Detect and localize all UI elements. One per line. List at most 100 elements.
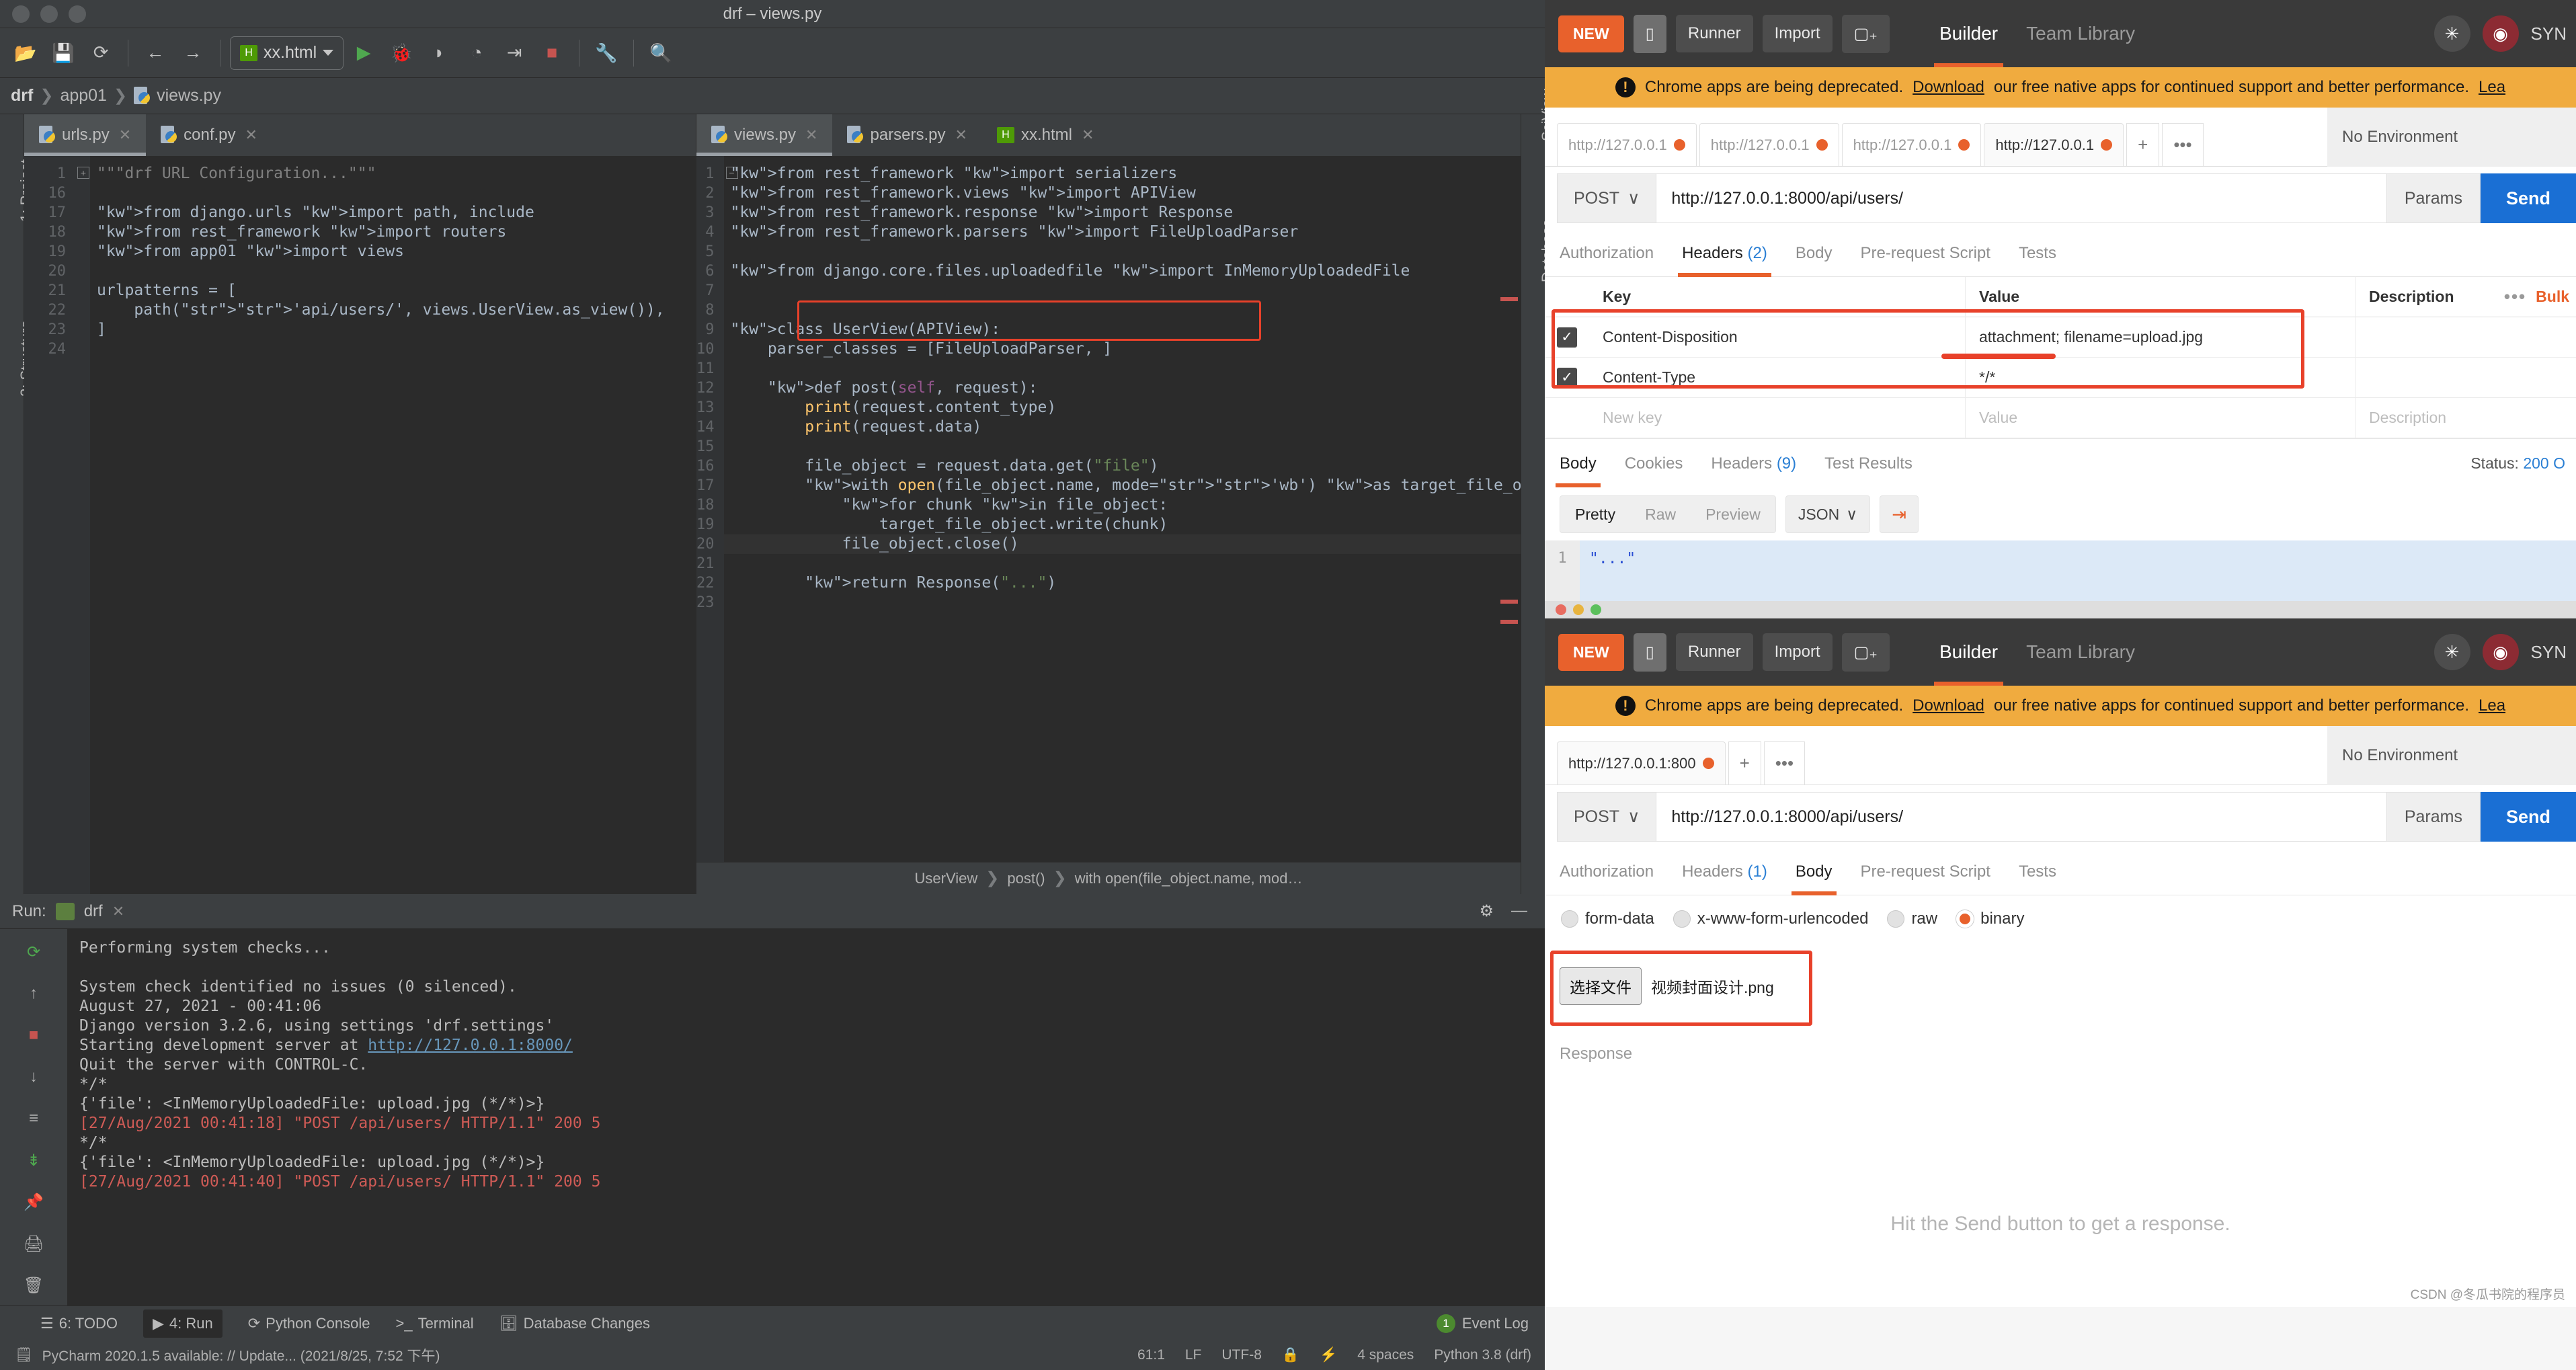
tab-team-library[interactable]: Team Library <box>2026 0 2135 67</box>
status-bar-field[interactable]: LF <box>1185 1347 1202 1363</box>
interceptor-icon[interactable]: ✳ <box>2434 634 2470 670</box>
sync-icon[interactable]: ⟳ <box>83 36 118 71</box>
table-more-options-icon[interactable]: ••• <box>2495 286 2536 307</box>
stop-icon[interactable]: ■ <box>534 36 569 71</box>
close-icon[interactable]: ✕ <box>1082 126 1094 144</box>
tab-team-library[interactable]: Team Library <box>2026 618 2135 686</box>
tool-window-terminal[interactable]: >_Terminal <box>395 1315 473 1332</box>
environment-selector-top[interactable]: No Environment <box>2327 108 2576 167</box>
method-selector-top[interactable]: POST ∨ <box>1557 173 1656 223</box>
status-bar-field[interactable]: 4 spaces <box>1357 1347 1414 1363</box>
send-button-top[interactable]: Send <box>2481 173 2576 223</box>
status-breadcrumb-method[interactable]: post() <box>1007 870 1045 887</box>
status-bar-message[interactable]: PyCharm 2020.1.5 available: // Update...… <box>42 1345 440 1365</box>
request-tab-active[interactable]: http://127.0.0.1:800 <box>1557 741 1726 784</box>
close-icon[interactable]: ✕ <box>119 126 131 144</box>
tab-headers[interactable]: Headers (2) <box>1682 230 1767 277</box>
send-button-bottom[interactable]: Send <box>2481 792 2576 842</box>
fold-expand-icon[interactable]: + <box>77 167 89 179</box>
forward-arrow-icon[interactable]: → <box>175 36 210 71</box>
save-icon[interactable]: 💾 <box>46 36 81 71</box>
tab-pre-request-script[interactable]: Pre-request Script <box>1861 848 1990 895</box>
editor-tab-xx-html[interactable]: H xx.html ✕ <box>982 114 1109 156</box>
scroll-to-end-icon[interactable]: ⇟ <box>20 1147 47 1174</box>
request-tab[interactable]: http://127.0.0.1 <box>1557 123 1697 166</box>
tool-window-run[interactable]: ▶4: Run <box>143 1309 223 1338</box>
tab-tests[interactable]: Tests <box>2019 848 2056 895</box>
import-button[interactable]: Import <box>1763 633 1833 671</box>
minimize-icon[interactable]: — <box>1511 901 1527 921</box>
radio-binary[interactable]: binary <box>1956 910 2024 928</box>
editor-tab-urls-py[interactable]: urls.py ✕ <box>24 114 146 156</box>
status-bar-icon[interactable]: 🔒 <box>1282 1347 1299 1363</box>
wrench-icon[interactable]: 🔧 <box>589 36 624 71</box>
request-tab[interactable]: http://127.0.0.1 <box>1842 123 1982 166</box>
url-input-top[interactable]: http://127.0.0.1:8000/api/users/ <box>1656 173 2386 223</box>
request-tabs-more-button[interactable]: ••• <box>1764 741 1805 784</box>
close-icon[interactable]: ✕ <box>955 126 967 144</box>
wrap-text-icon[interactable]: ≡ <box>20 1105 47 1132</box>
view-mode-raw[interactable]: Raw <box>1630 506 1691 524</box>
delete-icon[interactable]: 🗑 <box>20 1272 47 1299</box>
request-tab-active[interactable]: http://127.0.0.1 <box>1984 123 2124 166</box>
tool-window-database-changes[interactable]: 🗄Database Changes <box>499 1315 650 1332</box>
window-close-button[interactable] <box>1556 604 1566 615</box>
view-mode-preview[interactable]: Preview <box>1691 506 1775 524</box>
interceptor-icon[interactable]: ✳ <box>2434 15 2470 52</box>
table-row-new[interactable]: New key Value Description <box>1545 398 2576 438</box>
code-editor-right[interactable]: 1234567891011121314151617181920212223 − … <box>696 156 1521 862</box>
code-editor-left[interactable]: 1161718192021222324 + """drf URL Configu… <box>24 156 696 894</box>
editor-tab-parsers-py[interactable]: parsers.py ✕ <box>832 114 981 156</box>
print-icon[interactable]: 🖨 <box>20 1230 47 1257</box>
run-configuration-selector[interactable]: H xx.html <box>230 36 344 70</box>
back-arrow-icon[interactable]: ← <box>138 36 173 71</box>
import-button[interactable]: Import <box>1763 15 1833 52</box>
bulk-edit-link[interactable]: Bulk <box>2536 288 2576 306</box>
tab-response-headers[interactable]: Headers (9) <box>1711 440 1796 487</box>
tab-tests[interactable]: Tests <box>2019 230 2056 277</box>
runner-button[interactable]: Runner <box>1676 15 1753 52</box>
breadcrumb-item-file[interactable]: views.py <box>157 86 221 106</box>
tab-builder[interactable]: Builder <box>1939 0 1998 67</box>
url-input-bottom[interactable]: http://127.0.0.1:8000/api/users/ <box>1656 792 2386 842</box>
breadcrumb-item-project[interactable]: drf <box>11 86 33 106</box>
settings-gear-icon[interactable]: ⚙ <box>1479 901 1494 921</box>
tool-window-python-console[interactable]: ⟳Python Console <box>248 1315 370 1332</box>
new-description-input[interactable]: Description <box>2356 398 2576 438</box>
method-selector-bottom[interactable]: POST ∨ <box>1557 792 1656 842</box>
rerun-icon[interactable]: ⟳ <box>20 938 47 965</box>
stop-icon[interactable]: ■ <box>20 1022 47 1049</box>
params-button-top[interactable]: Params <box>2387 173 2481 223</box>
scroll-down-icon[interactable]: ↓ <box>20 1063 47 1090</box>
new-button[interactable]: NEW <box>1558 634 1624 671</box>
add-request-tab-button[interactable]: + <box>1728 741 1761 784</box>
tab-body[interactable]: Body <box>1796 848 1833 895</box>
banner-download-link[interactable]: Download <box>1913 696 1984 715</box>
runner-button[interactable]: Runner <box>1676 633 1753 671</box>
radio-raw[interactable]: raw <box>1887 910 1937 928</box>
run-config-name[interactable]: drf <box>84 902 103 921</box>
tab-authorization[interactable]: Authorization <box>1560 848 1654 895</box>
editor-tab-conf-py[interactable]: conf.py ✕ <box>146 114 272 156</box>
header-description[interactable] <box>2356 358 2576 398</box>
sidebar-toggle-button[interactable]: ▯ <box>1634 633 1666 672</box>
close-icon[interactable]: ✕ <box>805 126 817 144</box>
params-button-bottom[interactable]: Params <box>2387 792 2481 842</box>
new-value-input[interactable]: Value <box>1966 398 2356 438</box>
new-tab-button[interactable]: ▢₊ <box>1842 15 1890 53</box>
tab-headers[interactable]: Headers (1) <box>1682 848 1767 895</box>
sync-status-icon[interactable]: ◉ <box>2483 15 2519 52</box>
radio-x-www-form-urlencoded[interactable]: x-www-form-urlencoded <box>1673 910 1869 928</box>
radio-form-data[interactable]: form-data <box>1561 910 1654 928</box>
open-folder-icon[interactable]: 📂 <box>8 36 43 71</box>
close-icon[interactable]: ✕ <box>112 903 124 920</box>
window-minimize-button[interactable] <box>1573 604 1584 615</box>
status-breadcrumb-class[interactable]: UserView <box>915 870 978 887</box>
editor-tab-views-py[interactable]: views.py ✕ <box>696 114 832 156</box>
tab-authorization[interactable]: Authorization <box>1560 230 1654 277</box>
run-icon[interactable]: ▶ <box>346 36 381 71</box>
pin-icon[interactable]: 📌 <box>20 1188 47 1215</box>
tab-pre-request-script[interactable]: Pre-request Script <box>1861 230 1990 277</box>
event-log-button[interactable]: 1Event Log <box>1437 1314 1529 1333</box>
coverage-icon[interactable]: ◗ <box>421 36 456 71</box>
